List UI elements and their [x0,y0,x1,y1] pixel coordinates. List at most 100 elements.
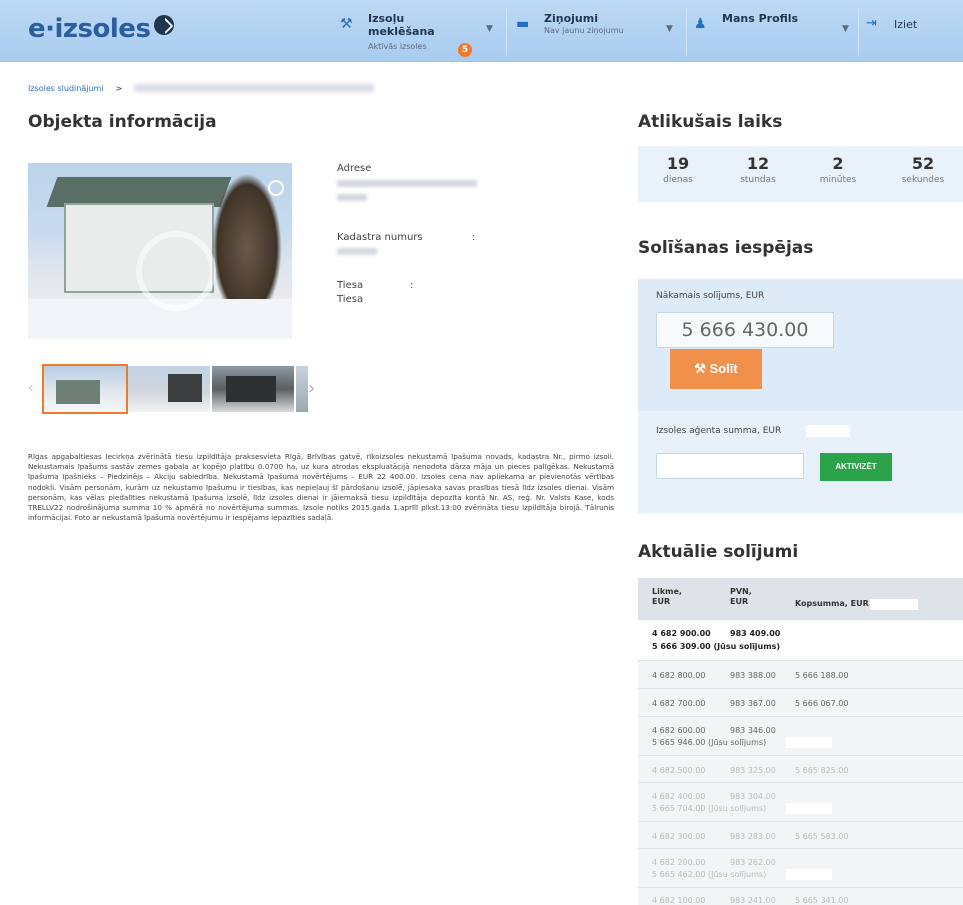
nav-divider [506,8,507,56]
bid-row: 4 682 600.00 983 346.00 5 665 946.00 (Jū… [638,718,963,756]
timer-hours: 12 stundas [718,154,798,185]
bid-amount: 4 682 900.00 [652,629,711,638]
timer-hours-value: 12 [746,154,770,173]
bid-vat: 983 262.00 [730,858,776,867]
thumbs-next-arrow-icon[interactable]: › [308,378,315,399]
nav-my-profile[interactable]: ♟ Mans Profils ▼ [694,8,854,56]
site-logo[interactable]: e·izsoles [28,14,175,44]
address-value-redacted [337,194,367,201]
bid-button-label: Solīt [709,361,738,376]
nav-messages[interactable]: ▬ Ziņojumi Nav jaunu ziņojumu ▼ [516,8,680,56]
thumb-house [226,376,276,402]
timer-hours-unit: stundas [740,175,776,185]
bid-total: 5 665 825.00 [795,766,849,775]
current-bids-table: Likme, EUR PVN, EUR Kopsumma, EUR 4 682 … [638,578,963,905]
nav-messages-title: Ziņojumi [544,12,598,25]
user-icon: ♟ [694,16,707,32]
zoom-icon[interactable] [268,180,284,196]
court-label: Tiesa [337,280,364,291]
thumbnail[interactable] [296,366,308,412]
gavel-icon: ⚒ [694,361,710,376]
cadastre-colon: : [472,232,476,243]
bid-amount: 4 682 600.00 [652,726,706,735]
bid-vat: 983 409.00 [730,629,781,638]
auction-agent-section: Izsoles aģenta summa, EUR AKTIVIZĒT [638,411,963,513]
thumb-house [56,380,100,404]
cadastre-label: Kadastra numurs [337,232,423,243]
breadcrumb-link[interactable]: Izsoles sludinājumi [28,84,104,93]
bid-vat: 983 388.00 [730,671,776,680]
nav-divider [686,8,687,56]
timer-minutes: 2 minūtes [798,154,878,185]
bid-amount: 4 682 500.00 [652,766,706,775]
bidding-panel: Nākamais solījums, EUR 5 666 430.00 ⚒ So… [638,279,963,513]
thumbs-prev-arrow-icon[interactable]: ‹ [28,380,34,396]
timer-days-unit: dienas [663,175,693,185]
property-description: Rīgas apgabaltiesas Iecirkņa zvērinātā t… [28,452,614,523]
envelope-icon: ▬ [516,16,530,32]
breadcrumb: Izsoles sludinājumi > [28,84,375,93]
header-blank [870,599,918,610]
page-title: Objekta informācija [28,112,217,132]
property-main-photo[interactable] [28,163,292,339]
current-bids-title: Aktuālie solījumi [638,542,799,562]
cadastre-value-redacted [337,248,377,255]
bid-total: 5 666 188.00 [795,671,849,680]
next-bid-value: 5 666 430.00 [656,312,834,348]
breadcrumb-separator: > [115,84,123,93]
timer-days: 19 dienas [638,154,718,185]
time-left-title: Atlikušais laiks [638,112,783,132]
bid-row: 4 682 500.00 983 325.00 5 665 825.00 [638,757,963,783]
bid-amount: 4 682 100.00 [652,896,706,905]
bid-row: 4 682 900.00 983 409.00 5 666 309.00 (Jū… [638,621,963,661]
bid-vat: 983 241.00 [730,896,776,905]
thumb-house [168,374,202,402]
chevron-down-icon: ▼ [842,24,849,34]
chevron-down-icon: ▼ [666,24,673,34]
timer-seconds-unit: sekundes [901,175,945,185]
bid-row: 4 682 300.00 983 283.00 5 665 583.00 [638,823,963,849]
next-bid-label: Nākamais solījums, EUR [656,291,765,301]
bid-total: 5 665 583.00 [795,832,849,841]
bidding-options-title: Solīšanas iespējas [638,238,814,258]
bid-row: 4 682 700.00 983 367.00 5 666 067.00 [638,690,963,717]
thumbnail[interactable] [212,366,294,412]
nav-messages-subtitle: Nav jaunu ziņojumu [544,26,624,35]
agent-amount-input[interactable] [656,453,804,479]
bids-table-header: Likme, EUR PVN, EUR Kopsumma, EUR [638,578,963,620]
activate-button[interactable]: AKTIVIZĒT [820,453,892,481]
bid-vat: 983 304.00 [730,792,776,801]
address-label: Adrese [337,163,372,174]
bid-amount: 4 682 400.00 [652,792,706,801]
bid-amount: 4 682 700.00 [652,699,706,708]
nav-auction-search[interactable]: ⚒ Izsoļu meklēšana Aktīvās izsoles ▼ [340,8,500,56]
bid-row-blank [786,737,832,748]
chevron-down-icon: ▼ [486,24,493,34]
nav-logout[interactable]: ⇥ Iziet [866,8,946,56]
column-header-total: Kopsumma, EUR [795,599,869,608]
agent-amount-blank [806,425,850,437]
court-colon: : [410,280,414,291]
watermark-icon [136,231,216,311]
thumbnail[interactable] [128,366,210,412]
countdown-timer: 19 dienas 12 stundas 2 minūtes 52 sekund… [638,146,963,202]
thumbnail[interactable] [42,364,128,414]
breadcrumb-current-redacted [134,84,375,92]
court-value: Tiesa [337,294,364,305]
column-header-amount: Likme, EUR [652,587,682,606]
bid-row: 4 682 100.00 983 241.00 5 665 341.00 [638,889,963,905]
column-header-vat: PVN, EUR [730,587,752,606]
bid-amount: 4 682 800.00 [652,671,706,680]
bid-row: 4 682 400.00 983 304.00 5 665 704.00 (Jū… [638,784,963,822]
bid-total: 5 665 704.00 (Jūsu solījums) [652,804,767,813]
agent-amount-label: Izsoles aģenta summa, EUR [656,426,782,436]
bid-total: 5 666 309.00 (Jūsu solījums) [652,642,780,651]
address-value-redacted [337,180,477,187]
bid-button[interactable]: ⚒ Solīt [670,349,762,389]
bid-total: 5 665 462.00 (Jūsu solījums) [652,870,767,879]
bid-vat: 983 346.00 [730,726,776,735]
nav-divider [858,8,859,56]
bid-row-blank [786,869,832,880]
bid-total: 5 665 341.00 [795,896,849,905]
nav-my-profile-title: Mans Profils [722,12,799,25]
